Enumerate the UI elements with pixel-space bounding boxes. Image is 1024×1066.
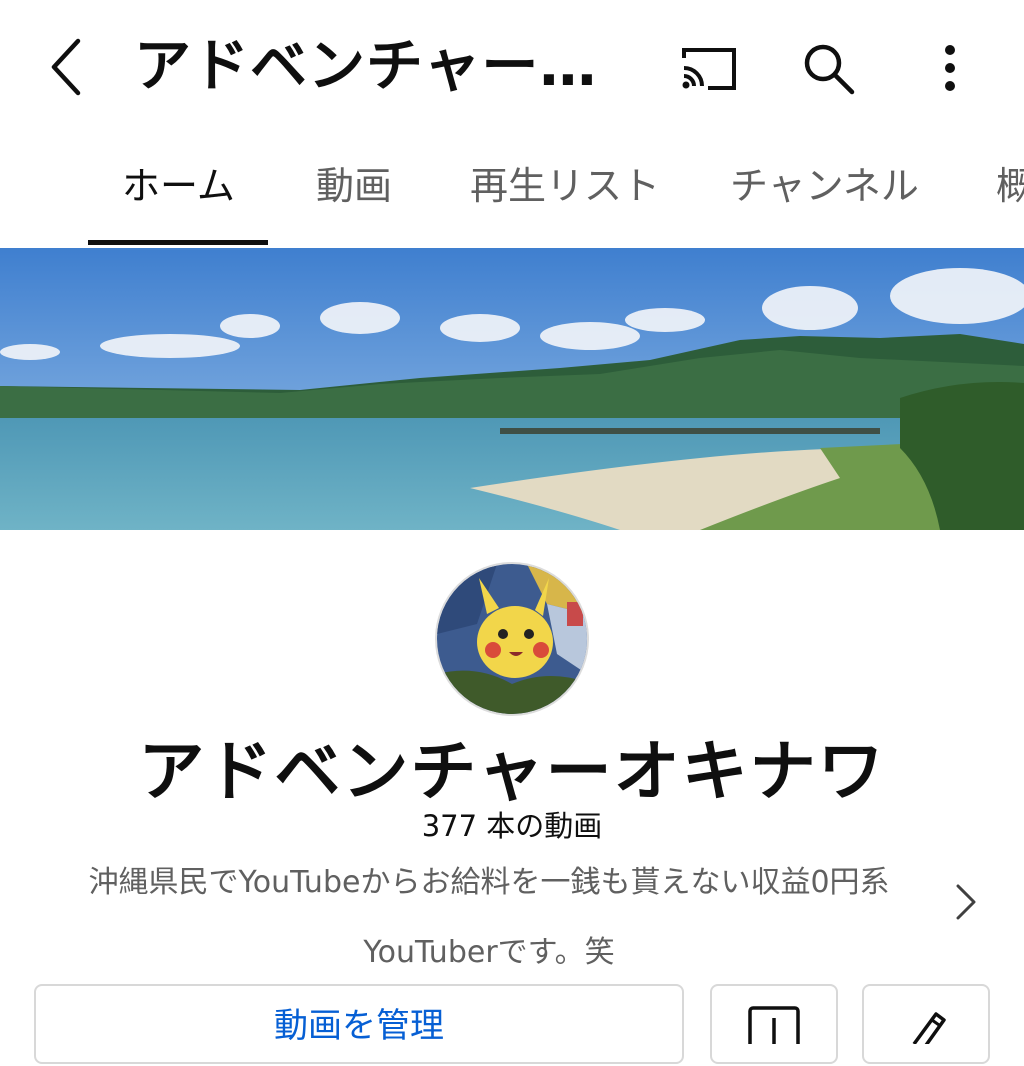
cast-icon	[682, 48, 736, 90]
channel-name: アドベンチャーオキナワ	[138, 733, 886, 810]
page-title: アドベンチャー…	[134, 33, 598, 99]
tab-channels[interactable]: チャンネル	[730, 160, 919, 212]
more-options-button[interactable]	[918, 38, 982, 98]
channel-avatar[interactable]	[435, 562, 589, 716]
more-vert-icon	[945, 45, 955, 91]
manage-videos-button[interactable]: 動画を管理	[34, 984, 684, 1064]
channel-banner	[0, 248, 1024, 530]
description-line-2: YouTuberです。笑	[363, 935, 615, 970]
cast-button[interactable]	[676, 38, 740, 98]
description-line-1: 沖縄県民でYouTubeからお給料を一銭も貰えない収益0円系	[88, 865, 890, 900]
back-button[interactable]	[36, 34, 96, 100]
analytics-button[interactable]	[710, 984, 838, 1064]
tab-home[interactable]: ホーム	[122, 160, 235, 212]
tab-about[interactable]: 概	[996, 160, 1024, 212]
back-arrow-icon	[51, 38, 81, 96]
channel-description[interactable]: 沖縄県民でYouTubeからお給料を一銭も貰えない収益0円系 YouTuberで…	[30, 848, 948, 988]
chevron-right-icon	[956, 884, 976, 920]
video-count: 377 本の動画	[421, 809, 603, 843]
top-app-bar: アドベンチャー…	[0, 0, 1024, 135]
description-expand-button[interactable]	[944, 872, 988, 932]
search-button[interactable]	[796, 38, 860, 98]
tab-playlists[interactable]: 再生リスト	[470, 160, 660, 212]
search-icon	[804, 44, 855, 95]
edit-channel-button[interactable]	[862, 984, 990, 1064]
tab-videos[interactable]: 動画	[316, 160, 392, 212]
channel-tabs: ホーム 動画 再生リスト チャンネル 概	[0, 140, 1024, 248]
active-tab-indicator	[88, 240, 268, 245]
analytics-icon	[748, 1006, 800, 1044]
pencil-icon	[912, 1012, 946, 1044]
